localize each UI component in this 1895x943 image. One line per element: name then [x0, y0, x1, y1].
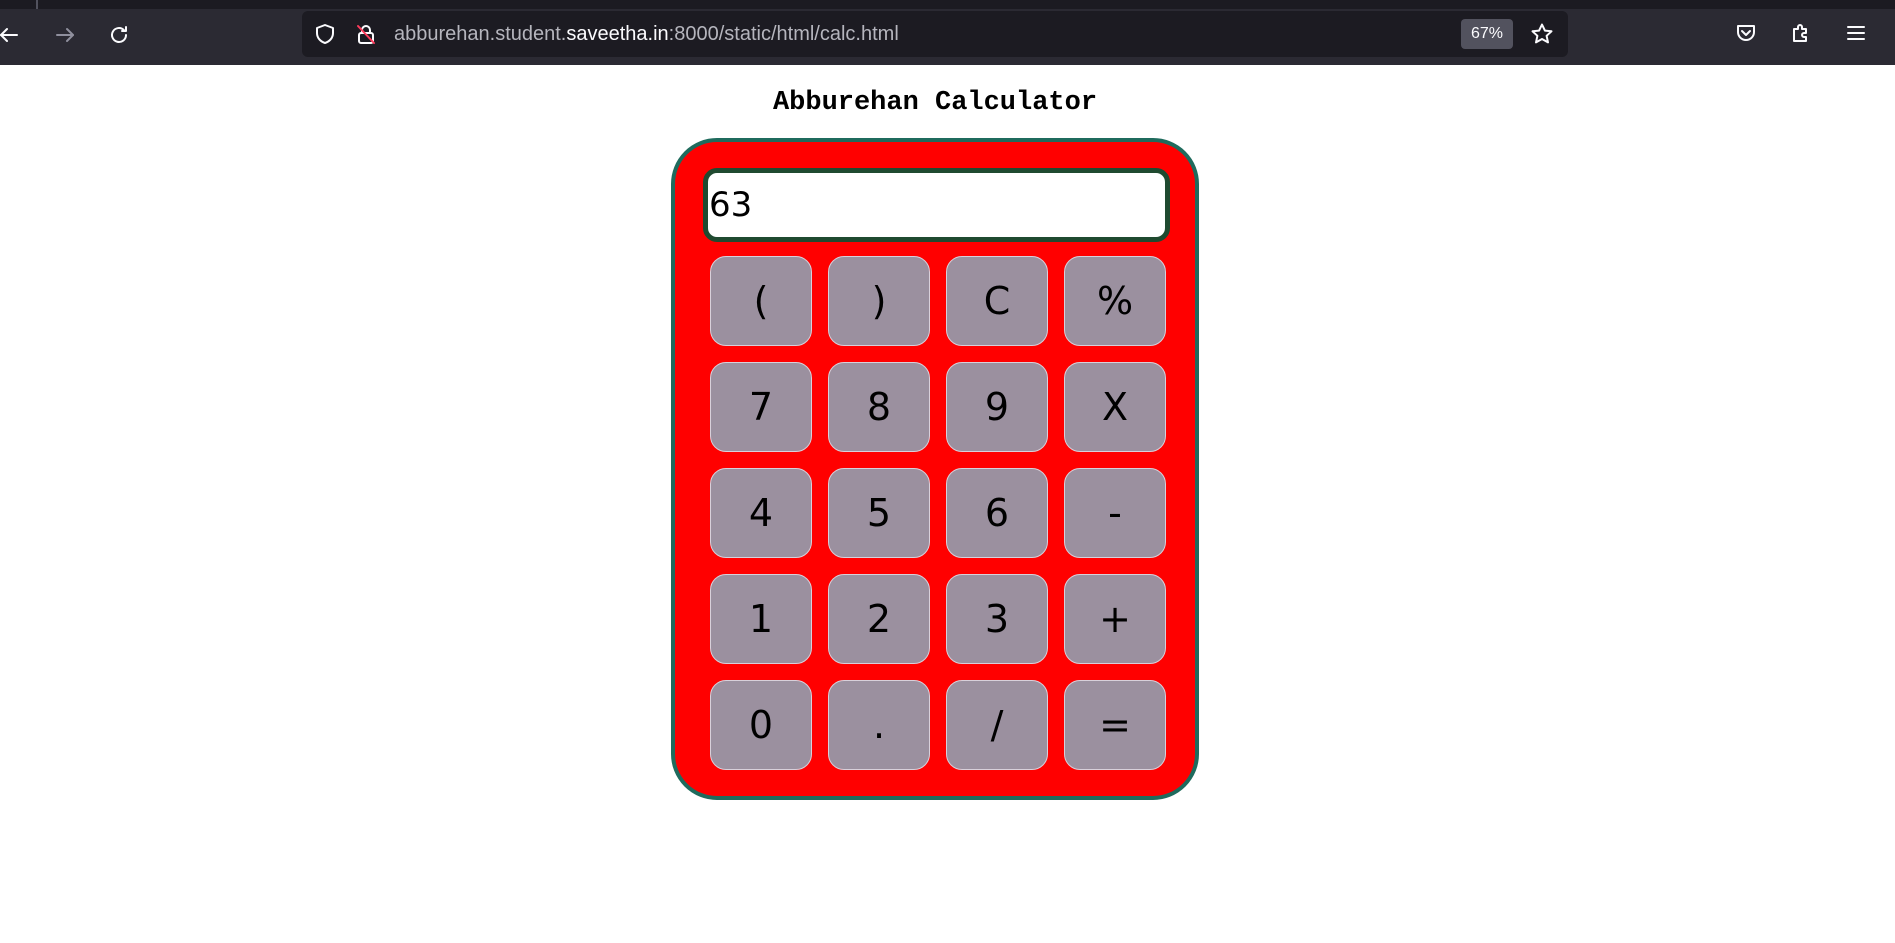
add-button[interactable]: +: [1064, 574, 1166, 664]
digit-4-button[interactable]: 4: [710, 468, 812, 558]
address-bar[interactable]: abburehan.student.saveetha.in:8000/stati…: [302, 11, 1568, 57]
digit-1-button[interactable]: 1: [710, 574, 812, 664]
digit-2-button[interactable]: 2: [828, 574, 930, 664]
decimal-point-button[interactable]: .: [828, 680, 930, 770]
digit-0-button[interactable]: 0: [710, 680, 812, 770]
reload-button[interactable]: [102, 18, 136, 52]
percent-button[interactable]: %: [1064, 256, 1166, 346]
divide-button[interactable]: /: [946, 680, 1048, 770]
close-paren-button[interactable]: ): [828, 256, 930, 346]
digit-5-button[interactable]: 5: [828, 468, 930, 558]
forward-arrow-icon: [56, 28, 74, 42]
extensions-button[interactable]: [1786, 18, 1816, 48]
multiply-button[interactable]: X: [1064, 362, 1166, 452]
digit-9-button[interactable]: 9: [946, 362, 1048, 452]
page-title: Abburehan Calculator: [772, 88, 1098, 118]
open-paren-button[interactable]: (: [710, 256, 812, 346]
url-host: saveetha.in: [566, 23, 669, 45]
url-prefix: abburehan.student.: [394, 23, 567, 45]
shield-icon[interactable]: [313, 22, 337, 46]
digit-6-button[interactable]: 6: [946, 468, 1048, 558]
tab-edge: [36, 0, 38, 9]
zoom-level-button[interactable]: 67%: [1461, 19, 1513, 49]
back-button[interactable]: [0, 18, 26, 52]
digit-7-button[interactable]: 7: [710, 362, 812, 452]
keypad: () C% 7 8 9 X 4 5 6- 1 2 3 +0. / =: [710, 256, 1166, 770]
digit-8-button[interactable]: 8: [828, 362, 930, 452]
url-suffix: :8000/static/html/calc.html: [668, 23, 899, 45]
browser-toolbar: abburehan.student.saveetha.in:8000/stati…: [0, 0, 1895, 65]
back-arrow-icon: [0, 28, 18, 42]
calculator-body: 63 () C% 7 8 9 X 4 5 6- 1 2 3 +0. / =: [671, 138, 1199, 800]
calculator-display[interactable]: 63: [703, 168, 1170, 242]
clear-button[interactable]: C: [946, 256, 1048, 346]
equals-button[interactable]: =: [1064, 680, 1166, 770]
puzzle-icon: [1793, 24, 1807, 42]
digit-3-button[interactable]: 3: [946, 574, 1048, 664]
hamburger-menu-icon: [1847, 26, 1865, 40]
pocket-button[interactable]: [1731, 18, 1761, 48]
pocket-icon: [1737, 25, 1755, 41]
star-icon[interactable]: [1530, 22, 1554, 46]
reload-icon: [111, 26, 127, 43]
insecure-lock-icon[interactable]: [354, 22, 378, 46]
forward-button[interactable]: [48, 18, 82, 52]
subtract-button[interactable]: -: [1064, 468, 1166, 558]
url-text[interactable]: abburehan.student.saveetha.in:8000/stati…: [394, 11, 899, 57]
menu-button[interactable]: [1841, 18, 1871, 48]
tab-strip: [0, 0, 1895, 9]
